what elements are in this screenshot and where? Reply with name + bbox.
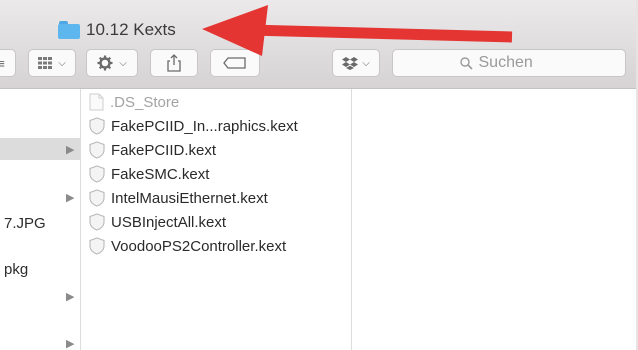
chevron-right-icon: ▶ bbox=[66, 192, 75, 204]
chevron-right-icon: ▶ bbox=[66, 338, 75, 350]
file-name: VoodooPS2Controller.kext bbox=[111, 237, 287, 255]
list-item[interactable]: 7.JPG bbox=[0, 213, 80, 235]
file-row[interactable]: FakePCIID.kext bbox=[89, 139, 216, 161]
kext-shield-icon bbox=[89, 141, 105, 159]
file-name: 7.JPG bbox=[4, 215, 46, 232]
file-row[interactable]: IntelMausiEthernet.kext bbox=[89, 187, 268, 209]
red-arrow-annotation bbox=[202, 5, 513, 56]
parent-column: ▶ ▶ 7.JPG pkg ▶ ▶ bbox=[0, 89, 81, 350]
file-name: IntelMausiEthernet.kext bbox=[111, 189, 268, 207]
folder-contents-column: .DS_Store FakePCIID_In...raphics.kext Fa… bbox=[81, 89, 352, 350]
file-name: FakePCIID_In...raphics.kext bbox=[111, 117, 298, 135]
chevron-right-icon: ▶ bbox=[66, 291, 75, 303]
list-item[interactable]: ▶ bbox=[0, 285, 80, 307]
kext-shield-icon bbox=[89, 165, 105, 183]
file-name: USBInjectAll.kext bbox=[111, 213, 227, 231]
file-row[interactable]: VoodooPS2Controller.kext bbox=[89, 235, 286, 257]
kext-shield-icon bbox=[89, 237, 105, 255]
kext-shield-icon bbox=[89, 213, 105, 231]
chevron-right-icon: ▶ bbox=[66, 144, 75, 156]
list-item[interactable]: ▶ bbox=[0, 138, 80, 160]
list-item[interactable]: ▶ bbox=[0, 332, 80, 350]
file-row[interactable]: FakePCIID_In...raphics.kext bbox=[89, 115, 298, 137]
finder-window: 10.12 Kexts ≡ ⌵ ⌵ ⌵ Suchen ▶ ▶ 7.JPG pkg… bbox=[0, 0, 636, 350]
kext-shield-icon bbox=[89, 117, 105, 135]
document-icon bbox=[89, 93, 104, 111]
file-row[interactable]: USBInjectAll.kext bbox=[89, 211, 226, 233]
list-item[interactable]: pkg bbox=[0, 259, 80, 281]
file-name: FakePCIID.kext bbox=[111, 141, 217, 159]
file-name: pkg bbox=[4, 261, 29, 278]
file-name: FakeSMC.kext bbox=[111, 165, 210, 183]
preview-column bbox=[352, 89, 636, 350]
kext-shield-icon bbox=[89, 189, 105, 207]
list-item[interactable]: ▶ bbox=[0, 186, 80, 208]
file-row[interactable]: FakeSMC.kext bbox=[89, 163, 209, 185]
file-name: .DS_Store bbox=[110, 93, 180, 111]
file-row[interactable]: .DS_Store bbox=[89, 91, 179, 113]
